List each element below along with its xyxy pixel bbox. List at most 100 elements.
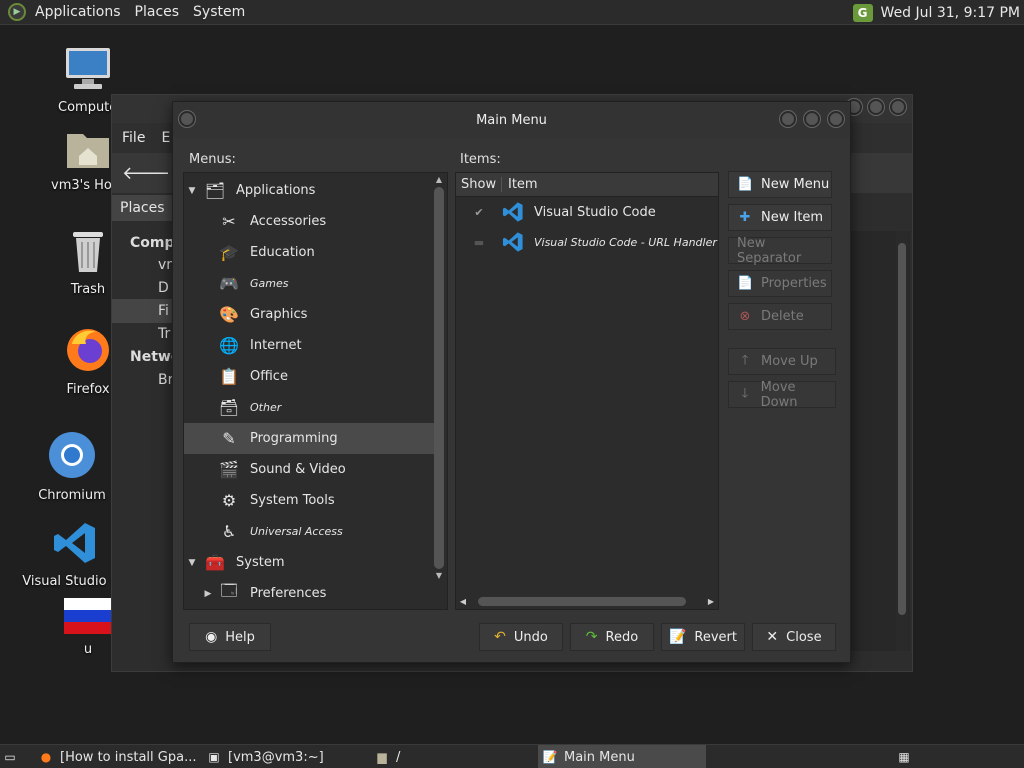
new-item-icon: ✚ bbox=[739, 210, 751, 225]
move-down-button[interactable]: 🡓 Move Down bbox=[728, 380, 836, 410]
file-menu[interactable]: File bbox=[122, 130, 145, 146]
minimize-icon[interactable] bbox=[780, 111, 796, 127]
clock[interactable]: Wed Jul 31, 9:17 PM bbox=[881, 5, 1020, 21]
applications-menu[interactable]: Applications bbox=[28, 0, 128, 25]
show-checkbox[interactable]: ▬ bbox=[456, 236, 502, 249]
close-icon: ✕ bbox=[766, 629, 779, 645]
move-down-icon: 🡓 bbox=[741, 385, 749, 401]
games-icon: 🎮 bbox=[219, 274, 239, 293]
tree-item-applications[interactable]: ▼ 🗂 Applications bbox=[184, 175, 434, 206]
tree-item-programming[interactable]: ✎ Programming bbox=[184, 423, 434, 454]
delete-button[interactable]: ⊗ Delete bbox=[728, 303, 832, 330]
places-selector[interactable]: Places bbox=[112, 195, 174, 221]
dialog-title: Main Menu bbox=[476, 112, 547, 128]
show-checkbox[interactable]: ✔ bbox=[456, 206, 502, 219]
expander-right-icon[interactable]: ▶ bbox=[202, 589, 214, 599]
folder-icon: ▆ bbox=[377, 750, 387, 764]
redo-icon: ↷ bbox=[585, 629, 598, 645]
main-menu-dialog: Main Menu Menus: Items: ▼ 🗂 Applications… bbox=[172, 101, 851, 663]
tree-item-system-tools[interactable]: ⚙ System Tools bbox=[184, 485, 434, 516]
tree-item-graphics[interactable]: 🎨 Graphics bbox=[184, 299, 434, 330]
item-row[interactable]: ▬ Visual Studio Code - URL Handler bbox=[456, 227, 718, 257]
scroll-up-icon[interactable]: ▲ bbox=[433, 175, 445, 185]
update-notifier-icon[interactable]: G bbox=[852, 3, 873, 22]
taskbar-item-main-menu[interactable]: 📝 Main Menu bbox=[538, 745, 706, 768]
vscode-icon bbox=[502, 232, 523, 252]
sidebar-item[interactable]: D bbox=[158, 280, 169, 296]
tree-item-games[interactable]: 🎮 Games bbox=[184, 268, 434, 299]
scroll-right-icon[interactable]: ▶ bbox=[706, 597, 716, 606]
close-icon[interactable] bbox=[890, 99, 906, 115]
maximize-icon[interactable] bbox=[868, 99, 884, 115]
scroll-down-icon[interactable]: ▼ bbox=[433, 571, 445, 581]
desktop-icon-chromium[interactable]: Chromium bbox=[22, 430, 122, 503]
sidebar-item[interactable]: Tr bbox=[158, 326, 170, 342]
firefox-icon: ● bbox=[40, 750, 52, 764]
items-list[interactable]: Show Item ✔ Visual Studio Code ▬ Visual … bbox=[455, 172, 719, 610]
column-header-item[interactable]: Item bbox=[502, 177, 538, 192]
items-hscrollbar[interactable]: ◀ ▶ bbox=[458, 595, 716, 607]
terminal-icon: ▣ bbox=[208, 750, 220, 764]
help-button[interactable]: ◉ Help bbox=[189, 623, 271, 651]
system-tools-icon: ⚙ bbox=[221, 491, 237, 510]
trash-icon bbox=[73, 232, 103, 272]
top-panel: ▶ Applications Places System G Wed Jul 3… bbox=[0, 0, 1024, 25]
undo-button[interactable]: ↶ Undo bbox=[479, 623, 563, 651]
edit-menu[interactable]: E bbox=[161, 130, 170, 146]
menus-tree[interactable]: ▼ 🗂 Applications ✂ Accessories 🎓 Educati… bbox=[183, 172, 448, 610]
new-separator-button[interactable]: New Separator bbox=[728, 236, 832, 266]
system-menu[interactable]: System bbox=[186, 0, 252, 25]
sidebar-item[interactable]: vr bbox=[158, 257, 172, 273]
dialog-titlebar[interactable]: Main Menu bbox=[173, 102, 850, 138]
undo-icon: ↶ bbox=[494, 629, 506, 645]
scrollbar-thumb[interactable] bbox=[478, 596, 686, 606]
scroll-left-icon[interactable]: ◀ bbox=[458, 597, 468, 606]
window-menu-icon[interactable] bbox=[179, 111, 195, 127]
sound-video-icon: 🎬 bbox=[219, 460, 239, 479]
show-desktop-button[interactable]: ▭ bbox=[2, 745, 24, 768]
taskbar-item-firefox[interactable]: ● [How to install Gpa... bbox=[38, 745, 198, 768]
tree-item-system[interactable]: ▼ 🧰 System bbox=[184, 547, 434, 578]
tree-item-education[interactable]: 🎓 Education bbox=[184, 237, 434, 268]
preferences-icon: 🗔 bbox=[220, 581, 238, 600]
tree-item-internet[interactable]: 🌐 Internet bbox=[184, 330, 434, 361]
properties-button[interactable]: 📄 Properties bbox=[728, 270, 832, 297]
properties-icon: 📄 bbox=[737, 276, 754, 291]
firefox-icon bbox=[67, 329, 109, 371]
tree-item-preferences[interactable]: ▶ 🗔 Preferences bbox=[184, 578, 434, 609]
items-label: Items: bbox=[460, 152, 501, 167]
education-icon: 🎓 bbox=[219, 243, 239, 262]
office-icon: 📋 bbox=[219, 367, 239, 386]
item-row[interactable]: ✔ Visual Studio Code bbox=[456, 197, 718, 227]
tree-item-other[interactable]: 🗃 Other bbox=[184, 392, 434, 423]
back-arrow-icon[interactable]: 🡐 bbox=[122, 163, 170, 184]
taskbar-item-terminal[interactable]: ▣ [vm3@vm3:~] bbox=[206, 745, 366, 768]
taskbar-item-folder[interactable]: ▆ / bbox=[374, 745, 534, 768]
tree-item-office[interactable]: 📋 Office bbox=[184, 361, 434, 392]
maximize-icon[interactable] bbox=[804, 111, 820, 127]
mate-logo-icon[interactable]: ▶ bbox=[8, 3, 26, 21]
new-item-button[interactable]: ✚ New Item bbox=[728, 204, 832, 231]
bottom-panel: ▭ ● [How to install Gpa... ▣ [vm3@vm3:~]… bbox=[0, 744, 1024, 768]
tree-item-universal-access[interactable]: ♿ Universal Access bbox=[184, 516, 434, 547]
move-up-button[interactable]: 🡑 Move Up bbox=[728, 348, 836, 375]
russia-flag-icon bbox=[64, 598, 112, 634]
scrollbar-thumb[interactable] bbox=[434, 187, 444, 569]
menus-scrollbar[interactable]: ▲ ▼ bbox=[433, 175, 445, 607]
column-header-show[interactable]: Show bbox=[456, 177, 502, 192]
close-button[interactable]: ✕ Close bbox=[752, 623, 836, 651]
new-menu-button[interactable]: 📄 New Menu bbox=[728, 171, 832, 198]
redo-button[interactable]: ↷ Redo bbox=[570, 623, 654, 651]
workspace-switcher[interactable]: ▦ bbox=[896, 745, 922, 768]
scrollbar[interactable] bbox=[896, 231, 908, 651]
tree-item-accessories[interactable]: ✂ Accessories bbox=[184, 206, 434, 237]
tree-item-sound-video[interactable]: 🎬 Sound & Video bbox=[184, 454, 434, 485]
expander-down-icon[interactable]: ▼ bbox=[186, 558, 198, 568]
expander-down-icon[interactable]: ▼ bbox=[186, 186, 198, 196]
close-icon[interactable] bbox=[828, 111, 844, 127]
revert-button[interactable]: 📝 Revert bbox=[661, 623, 745, 651]
computer-icon bbox=[66, 48, 110, 89]
places-menu[interactable]: Places bbox=[128, 0, 187, 25]
sidebar-item[interactable]: Fi bbox=[158, 303, 169, 319]
move-up-icon: 🡑 bbox=[741, 352, 749, 368]
